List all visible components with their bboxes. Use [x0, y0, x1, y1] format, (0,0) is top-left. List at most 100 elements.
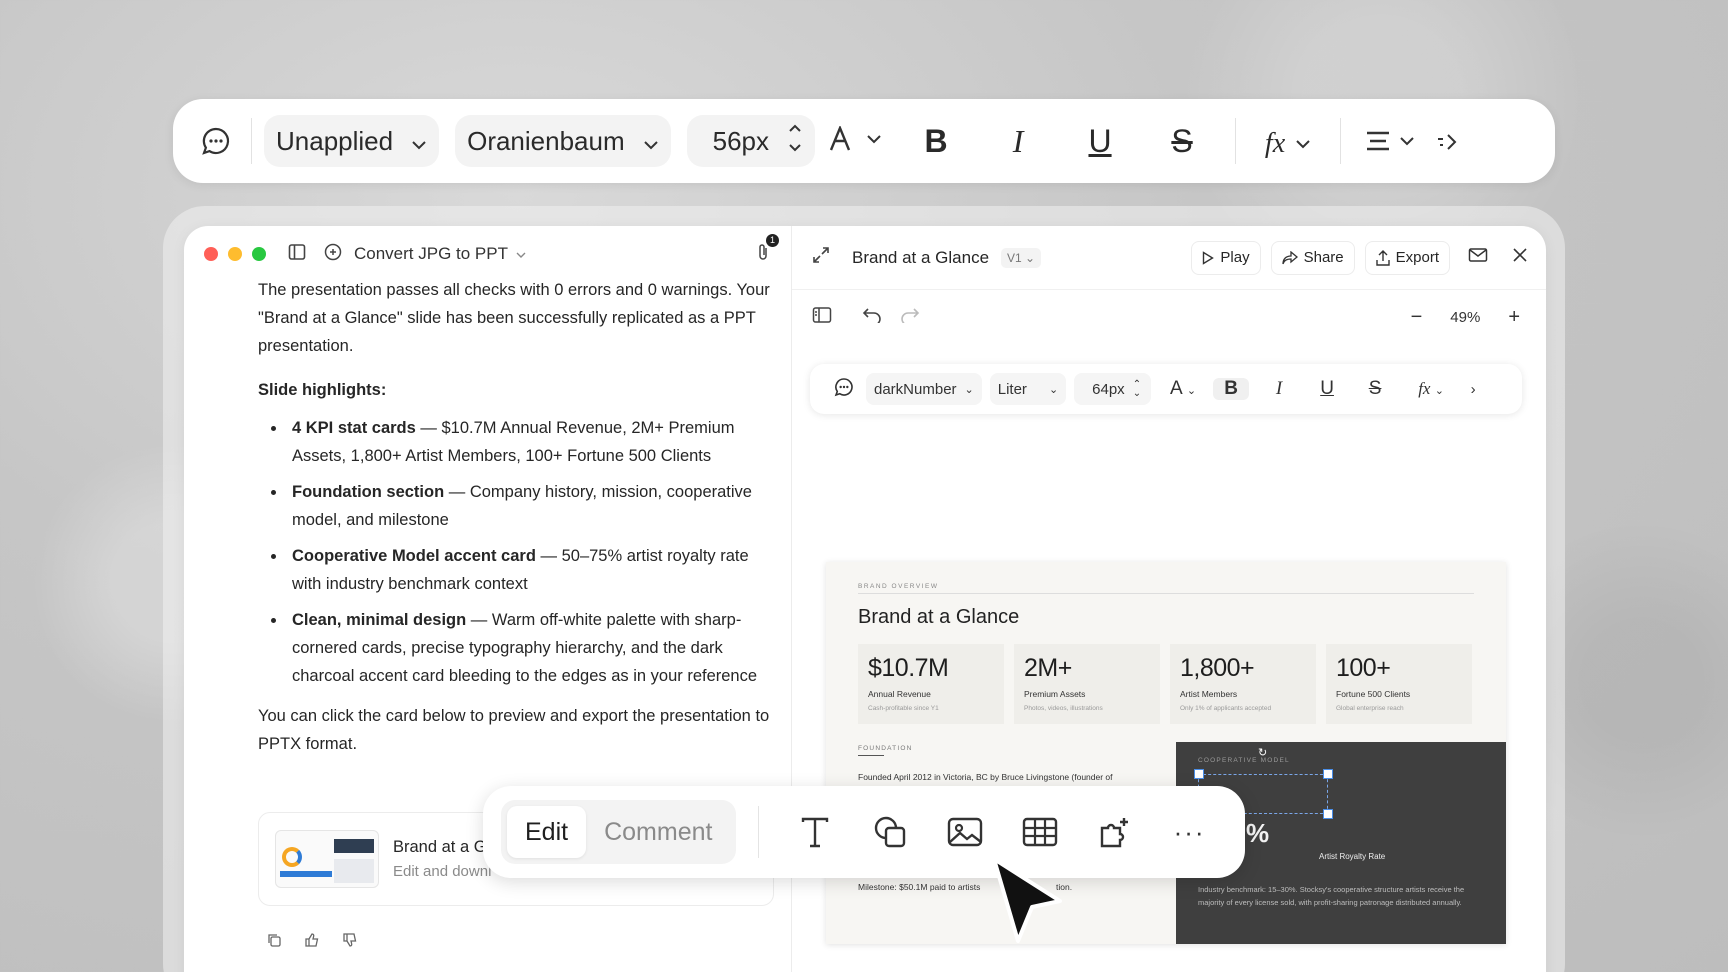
stepper-arrows-icon[interactable] [787, 121, 803, 162]
comment-icon[interactable] [193, 114, 239, 168]
bold-button[interactable]: B [895, 123, 977, 160]
mode-switch: Edit Comment [501, 800, 737, 864]
formula-icon: fx [1265, 128, 1311, 160]
italic-button[interactable]: I [977, 123, 1059, 160]
new-chat-icon[interactable] [324, 243, 342, 266]
shapes-tool-icon[interactable] [852, 815, 927, 849]
text-color-button[interactable] [815, 123, 895, 160]
chevron-down-icon[interactable] [516, 245, 526, 263]
assistant-message: The presentation passes all checks with … [258, 276, 778, 774]
foundation-text[interactable]: Founded April 2012 in Victoria, BC by Br… [858, 772, 1113, 782]
highlight-title: 4 KPI stat cards [292, 419, 416, 437]
underline-icon[interactable]: U [1303, 378, 1351, 400]
share-icon [1281, 250, 1298, 264]
kpi-sub: Cash-profitable since Y1 [868, 705, 939, 712]
font-size-stepper[interactable]: 64px ⌃ ⌄ [1074, 373, 1152, 405]
kpi-card[interactable]: 2M+ Premium Assets Photos, videos, illus… [1014, 644, 1160, 724]
sidebar-toggle-icon[interactable] [288, 243, 306, 266]
style-select[interactable]: darkNumber ⌄ [866, 373, 982, 405]
foundation-underline [858, 755, 884, 756]
kpi-value: 1,800+ [1180, 654, 1255, 682]
kpi-label: Annual Revenue [868, 689, 931, 699]
formula-button[interactable]: fx [1248, 123, 1328, 160]
highlight-title: Clean, minimal design [292, 611, 467, 629]
strikethrough-button[interactable]: S [1141, 123, 1223, 160]
italic-icon[interactable]: I [1255, 378, 1303, 400]
toolbar-divider [1340, 118, 1342, 164]
minimize-window-dot[interactable] [228, 247, 242, 261]
play-button[interactable]: Play [1191, 240, 1261, 275]
font-select[interactable]: Liter ⌄ [989, 373, 1067, 405]
font-size-stepper[interactable]: 56px [686, 115, 816, 167]
thumbs-down-icon[interactable] [342, 932, 358, 953]
chevron-right-icon[interactable]: › [1455, 381, 1491, 398]
table-tool-icon[interactable] [1002, 817, 1077, 847]
slide-title[interactable]: Brand at a Glance [858, 606, 1019, 629]
slide-canvas[interactable]: BRAND OVERVIEW Brand at a Glance $10.7M … [826, 562, 1506, 944]
document-title: Brand at a Glance [852, 247, 990, 267]
resize-handle[interactable] [1323, 809, 1333, 819]
kpi-card[interactable]: $10.7M Annual Revenue Cash-profitable si… [858, 644, 1004, 724]
plugin-tool-icon[interactable] [1077, 815, 1152, 849]
formula-icon[interactable]: fx ⌄ [1407, 379, 1455, 399]
kpi-card[interactable]: 100+ Fortune 500 Clients Global enterpri… [1326, 644, 1472, 724]
strikethrough-icon[interactable]: S [1351, 378, 1399, 400]
bold-icon[interactable]: B [1213, 378, 1250, 400]
rotate-handle-icon[interactable]: ↻ [1258, 746, 1267, 759]
panel-toggle-icon[interactable] [812, 306, 832, 329]
align-button[interactable] [1353, 123, 1427, 160]
close-icon[interactable] [1512, 247, 1528, 268]
font-select-value: Oranienbaum [467, 125, 625, 156]
comment-icon[interactable] [822, 377, 866, 401]
underline-button[interactable]: U [1059, 123, 1141, 160]
benchmark-text: Industry benchmark: 15–30%. Stocksy's co… [1198, 885, 1465, 907]
slide-format-toolbar: darkNumber ⌄ Liter ⌄ 64px ⌃ ⌄ A ⌄ B I U S fx… [810, 364, 1522, 414]
font-select[interactable]: Oranienbaum [455, 115, 671, 167]
redo-icon[interactable] [900, 307, 920, 328]
text-tool-icon[interactable] [777, 816, 852, 848]
chat-title[interactable]: Convert JPG to PPT [354, 244, 508, 264]
version-badge[interactable]: V1 ⌄ [1001, 247, 1042, 268]
milestone-text[interactable]: Milestone: $50.1M paid to artists [858, 882, 980, 892]
list-item: Clean, minimal design — Warm off-white p… [258, 606, 778, 690]
zoom-in-icon[interactable]: + [1508, 306, 1520, 329]
kpi-label: Premium Assets [1024, 689, 1086, 699]
editor-actions: Play Share Export [1181, 240, 1528, 275]
share-button[interactable]: Share [1270, 240, 1355, 275]
edit-tab[interactable]: Edit [507, 806, 587, 858]
chevron-down-icon: ⌄ [964, 383, 974, 396]
coop-value-suffix: % [1246, 818, 1270, 848]
copy-icon[interactable] [266, 932, 282, 953]
size-value: 64px [1092, 380, 1125, 398]
more-options-icon[interactable]: ··· [1152, 817, 1227, 848]
mail-icon[interactable] [1468, 247, 1488, 268]
play-label: Play [1220, 249, 1250, 266]
attachment-icon[interactable]: 1 [755, 233, 779, 267]
more-right-button[interactable] [1427, 123, 1467, 160]
image-tool-icon[interactable] [927, 817, 1002, 847]
maximize-window-dot[interactable] [252, 247, 266, 261]
kpi-card[interactable]: 1,800+ Artist Members Only 1% of applica… [1170, 644, 1316, 724]
comment-tab[interactable]: Comment [586, 806, 730, 858]
undo-icon[interactable] [862, 307, 882, 328]
chevron-down-icon: ⌄ [1048, 383, 1059, 396]
thumbs-up-icon[interactable] [304, 932, 320, 953]
expand-icon[interactable] [812, 246, 830, 269]
editor-subtoolbar: − 49% + [792, 290, 1546, 344]
toolbar-divider [1235, 118, 1237, 164]
resize-handle[interactable] [1194, 769, 1204, 779]
zoom-out-icon[interactable]: − [1411, 306, 1423, 329]
zoom-controls: − 49% + [1411, 306, 1526, 329]
thumb-donut [282, 847, 302, 867]
export-button[interactable]: Export [1364, 240, 1450, 275]
text-color-icon[interactable]: A ⌄ [1159, 378, 1207, 400]
version-label: V1 [1007, 250, 1022, 265]
kpi-sub: Photos, videos, illustrations [1024, 705, 1103, 712]
thumb-strip [280, 871, 332, 877]
resize-handle[interactable] [1323, 769, 1333, 779]
style-select[interactable]: Unapplied [264, 115, 440, 167]
message-actions [266, 932, 358, 953]
zoom-level[interactable]: 49% [1450, 309, 1480, 326]
list-item: Foundation section — Company history, mi… [258, 478, 778, 534]
close-window-dot[interactable] [204, 247, 218, 261]
